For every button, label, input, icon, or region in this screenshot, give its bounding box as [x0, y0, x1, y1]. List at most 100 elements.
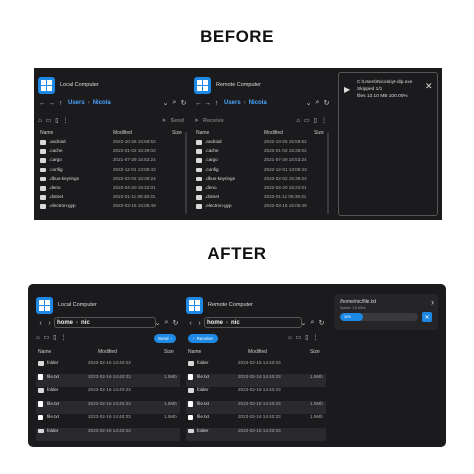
search-icon[interactable]: ⌕	[170, 99, 179, 107]
col-modified[interactable]: Modified	[98, 349, 117, 355]
table-row[interactable]: folder 2023-02-16 14:40:33	[36, 360, 180, 374]
col-name[interactable]: Name	[188, 349, 201, 355]
search-icon[interactable]: ⌕	[313, 99, 322, 107]
home-icon[interactable]: ⌂	[296, 118, 300, 124]
table-row[interactable]: .dotnet 2023-01-11 08:39:31	[194, 194, 331, 203]
table-row[interactable]: .config 2022-12-01 13:06:43	[194, 167, 331, 176]
file-icon	[188, 374, 193, 380]
table-row[interactable]: .config 2022-12-01 13:06:43	[38, 167, 188, 176]
chevron-right-icon[interactable]: ›	[45, 320, 54, 327]
more-icon[interactable]: ⋮	[321, 117, 327, 124]
table-row[interactable]: .cache 2023-01-02 15:39:02	[194, 148, 331, 157]
table-row[interactable]: .electron-gyp 2022-03-16 15:05:49	[194, 203, 331, 212]
table-row[interactable]: .dbus-keyrings 2023-02-02 15:39:24	[194, 176, 331, 185]
chevron-right-icon[interactable]: ›	[431, 297, 434, 307]
send-button[interactable]: Send ›	[154, 334, 176, 343]
chevron-down-icon[interactable]: ⌄	[304, 99, 313, 107]
send-button[interactable]: Send	[171, 118, 184, 124]
trash-icon[interactable]: ▯	[305, 334, 308, 341]
up-arrow-icon[interactable]: ↑	[56, 100, 65, 107]
path-field[interactable]	[204, 317, 302, 328]
table-row[interactable]: .cargo 2021-07-29 15:53:24	[194, 157, 331, 166]
home-icon[interactable]: ⌂	[38, 118, 42, 124]
path-field[interactable]	[54, 317, 156, 328]
search-icon[interactable]: ⌕	[308, 319, 317, 327]
table-row[interactable]: file.txt 2023-02-16 14:40:33 1.5Mb	[186, 414, 326, 428]
table-row[interactable]: .cargo 2021-07-29 15:53:24	[38, 157, 188, 166]
up-arrow-icon[interactable]: ↑	[212, 100, 221, 107]
col-modified[interactable]: Modified	[248, 349, 267, 355]
table-row[interactable]: folder 2023-02-16 14:40:33	[36, 387, 180, 401]
windows-logo-icon	[36, 296, 53, 314]
table-row[interactable]: .android 2022-10-25 15:58:52	[194, 139, 331, 148]
new-folder-icon[interactable]: ▭	[296, 334, 302, 341]
col-size[interactable]: Size	[310, 349, 320, 355]
table-row[interactable]: .cache 2023-01-02 15:39:02	[38, 148, 188, 157]
table-row[interactable]: folder 2023-02-16 14:40:33	[36, 427, 180, 441]
back-arrow-icon[interactable]: ←	[194, 100, 203, 107]
more-icon[interactable]: ⋮	[313, 334, 319, 341]
close-icon[interactable]: ✕	[425, 81, 433, 92]
row-name: folder	[197, 427, 209, 433]
table-row[interactable]: file.txt 2023-02-16 14:40:33 1.5Mb	[36, 414, 180, 428]
table-row[interactable]: .dbus-keyrings 2023-02-02 15:39:24	[38, 176, 188, 185]
refresh-icon[interactable]: ↻	[179, 99, 188, 107]
table-row[interactable]: .electron-gyp 2022-03-16 15:05:49	[38, 203, 188, 212]
search-icon[interactable]: ⌕	[162, 319, 171, 327]
back-arrow-icon[interactable]: ←	[38, 100, 47, 107]
col-name[interactable]: Name	[38, 349, 51, 355]
column-headers: Name Modified Size	[36, 349, 180, 357]
table-row[interactable]: .deno 2022-04-20 15:22:01	[38, 185, 188, 194]
more-icon[interactable]: ⋮	[61, 334, 67, 341]
breadcrumb-item[interactable]: Users	[68, 100, 85, 106]
table-row[interactable]: .dotnet 2023-01-11 08:39:31	[38, 194, 188, 203]
col-size[interactable]: Size	[172, 130, 182, 136]
table-row[interactable]: folder 2023-02-16 14:40:33	[186, 360, 326, 374]
col-modified[interactable]: Modified	[264, 130, 283, 136]
refresh-icon[interactable]: ↻	[322, 99, 331, 107]
breadcrumb-item[interactable]: Nicola	[93, 100, 111, 106]
breadcrumb-item[interactable]: Nicola	[249, 100, 267, 106]
new-folder-icon[interactable]: ▭	[46, 117, 52, 124]
table-row[interactable]: folder 2023-02-16 14:40:33	[186, 427, 326, 441]
table-row[interactable]: file.txt 2023-02-16 14:40:33 1.5Mb	[36, 373, 180, 387]
home-icon[interactable]: ⌂	[288, 335, 292, 341]
col-name[interactable]: Name	[40, 130, 53, 136]
table-row[interactable]: .deno 2022-04-20 15:22:01	[194, 185, 331, 194]
breadcrumb-item[interactable]: Users	[224, 100, 241, 106]
refresh-icon[interactable]: ↻	[317, 319, 326, 327]
col-size[interactable]: Size	[164, 349, 174, 355]
col-size[interactable]: Size	[314, 130, 324, 136]
scrollbar[interactable]	[327, 132, 329, 214]
cancel-transfer-icon[interactable]: ✕	[422, 312, 432, 322]
new-folder-icon[interactable]: ▭	[304, 117, 310, 124]
refresh-icon[interactable]: ↻	[171, 319, 180, 327]
chevron-left-icon[interactable]: ‹	[36, 320, 45, 327]
forward-arrow-icon[interactable]: →	[47, 100, 56, 107]
row-size: 1.5Mb	[164, 373, 177, 379]
col-name[interactable]: Name	[196, 130, 209, 136]
trash-icon[interactable]: ▯	[314, 117, 317, 124]
windows-logo-icon	[194, 76, 211, 94]
trash-icon[interactable]: ▯	[55, 117, 58, 124]
receive-button[interactable]: Receive	[203, 118, 224, 124]
home-icon[interactable]: ⌂	[36, 335, 40, 341]
table-row[interactable]: file.txt 2023-02-16 14:40:33 1.5Mb	[186, 373, 326, 387]
chevron-left-icon[interactable]: ‹	[186, 320, 195, 327]
table-row[interactable]: file.txt 2023-02-16 14:40:33 1.5Mb	[36, 400, 180, 414]
table-row[interactable]: folder 2023-02-16 14:40:33	[186, 387, 326, 401]
chevron-down-icon[interactable]: ⌄	[161, 99, 170, 107]
table-row[interactable]: file.txt 2023-02-16 14:40:33 1.5Mb	[186, 400, 326, 414]
more-icon[interactable]: ⋮	[63, 117, 69, 124]
play-icon[interactable]: ▶	[344, 85, 350, 94]
scrollbar[interactable]	[185, 132, 187, 214]
new-folder-icon[interactable]: ▭	[44, 334, 50, 341]
table-row[interactable]: .android 2022-10-25 15:58:52	[38, 139, 188, 148]
folder-icon	[188, 361, 194, 366]
before-transfer-panel: ▶ C:\Users\Nicola\yt-dlp.exe Skipped 1/1…	[338, 72, 438, 216]
receive-button[interactable]: ‹ Receive	[188, 334, 218, 343]
col-modified[interactable]: Modified	[113, 130, 132, 136]
forward-arrow-icon[interactable]: →	[203, 100, 212, 107]
trash-icon[interactable]: ▯	[53, 334, 56, 341]
chevron-right-icon[interactable]: ›	[195, 320, 204, 327]
